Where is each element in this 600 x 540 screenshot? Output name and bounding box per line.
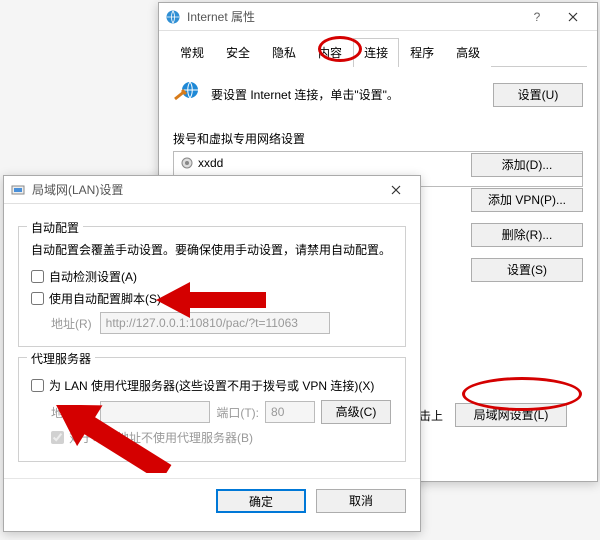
window-title: Internet 属性 — [187, 8, 519, 25]
script-address-label: 地址(R) — [51, 315, 92, 332]
bypass-local-checkbox — [51, 431, 64, 444]
internet-options-icon — [165, 9, 181, 25]
script-address-input[interactable] — [100, 312, 330, 334]
help-button[interactable]: ? — [519, 6, 555, 28]
auto-script-checkbox-row[interactable]: 使用自动配置脚本(S) — [31, 290, 393, 307]
setup-text: 要设置 Internet 连接，单击"设置"。 — [211, 86, 483, 103]
auto-config-desc: 自动配置会覆盖手动设置。要确保使用手动设置，请禁用自动配置。 — [31, 241, 393, 258]
add-button[interactable]: 添加(D)... — [471, 153, 583, 177]
dialup-item-label: xxdd — [198, 156, 223, 170]
connection-wizard-icon — [173, 79, 201, 110]
lan-close-button[interactable] — [378, 179, 414, 201]
lan-title: 局域网(LAN)设置 — [32, 181, 378, 198]
close-button[interactable] — [555, 6, 591, 28]
proxy-port-input[interactable] — [265, 401, 315, 423]
tab-content[interactable]: 内容 — [307, 38, 353, 67]
tab-security[interactable]: 安全 — [215, 38, 261, 67]
dialup-section-label: 拨号和虚拟专用网络设置 — [173, 130, 583, 147]
proxy-port-label: 端口(T): — [216, 404, 259, 421]
lan-titlebar: 局域网(LAN)设置 — [4, 176, 420, 204]
cancel-button[interactable]: 取消 — [316, 489, 406, 513]
settings-button[interactable]: 设置(S) — [471, 258, 583, 282]
auto-detect-checkbox[interactable] — [31, 270, 44, 283]
tab-general[interactable]: 常规 — [169, 38, 215, 67]
bypass-local-row: 对于本地地址不使用代理服务器(B) — [51, 429, 393, 446]
tab-strip: 常规 安全 隐私 内容 连接 程序 高级 — [169, 37, 587, 67]
lan-settings-dialog: 局域网(LAN)设置 自动配置 自动配置会覆盖手动设置。要确保使用手动设置，请禁… — [3, 175, 421, 532]
tab-advanced[interactable]: 高级 — [445, 38, 491, 67]
proxy-address-label: 地址(E): — [51, 404, 94, 421]
lan-footer: 确定 取消 — [4, 478, 420, 523]
proxy-use-checkbox[interactable] — [31, 379, 44, 392]
auto-script-checkbox[interactable] — [31, 292, 44, 305]
proxy-advanced-button[interactable]: 高级(C) — [321, 400, 391, 424]
lan-dialog-icon — [10, 182, 26, 198]
titlebar: Internet 属性 ? — [159, 3, 597, 31]
bypass-local-label: 对于本地地址不使用代理服务器(B) — [69, 429, 253, 446]
delete-button[interactable]: 删除(R)... — [471, 223, 583, 247]
tab-programs[interactable]: 程序 — [399, 38, 445, 67]
proxy-use-checkbox-row[interactable]: 为 LAN 使用代理服务器(这些设置不用于拨号或 VPN 连接)(X) — [31, 377, 393, 394]
auto-config-legend: 自动配置 — [27, 219, 83, 236]
proxy-group: 代理服务器 为 LAN 使用代理服务器(这些设置不用于拨号或 VPN 连接)(X… — [18, 357, 406, 462]
proxy-legend: 代理服务器 — [27, 350, 95, 367]
ok-button[interactable]: 确定 — [216, 489, 306, 513]
lan-note-visible: 击上 — [419, 407, 443, 424]
auto-detect-checkbox-row[interactable]: 自动检测设置(A) — [31, 268, 393, 285]
tab-connections[interactable]: 连接 — [353, 38, 399, 67]
lan-settings-button[interactable]: 局域网设置(L) — [455, 403, 567, 427]
tab-privacy[interactable]: 隐私 — [261, 38, 307, 67]
auto-detect-label: 自动检测设置(A) — [49, 268, 137, 285]
proxy-address-input[interactable] — [100, 401, 210, 423]
add-vpn-button[interactable]: 添加 VPN(P)... — [471, 188, 583, 212]
connection-icon — [180, 156, 194, 170]
auto-script-label: 使用自动配置脚本(S) — [49, 290, 161, 307]
setup-button[interactable]: 设置(U) — [493, 83, 583, 107]
auto-config-group: 自动配置 自动配置会覆盖手动设置。要确保使用手动设置，请禁用自动配置。 自动检测… — [18, 226, 406, 347]
proxy-use-label: 为 LAN 使用代理服务器(这些设置不用于拨号或 VPN 连接)(X) — [49, 377, 374, 394]
